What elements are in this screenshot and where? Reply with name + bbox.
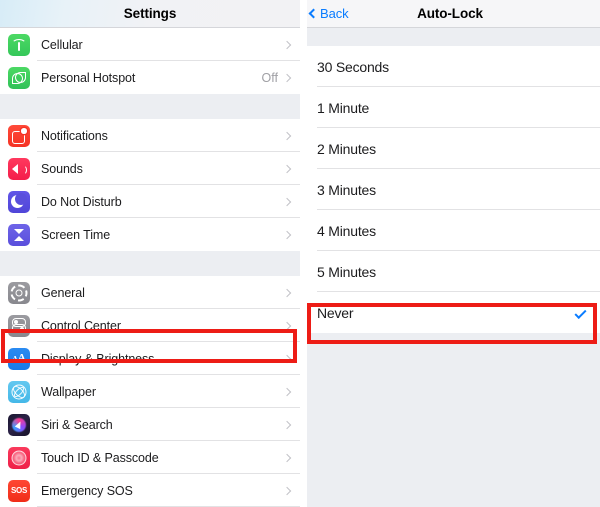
sidebar-item-general[interactable]: General — [0, 276, 300, 309]
row-label: Personal Hotspot — [41, 70, 136, 85]
chevron-right-icon — [282, 486, 292, 495]
row-accessory — [282, 288, 300, 297]
sounds-speaker-icon — [8, 157, 30, 180]
option-label: Never — [317, 304, 354, 321]
chevron-right-icon — [282, 73, 292, 82]
sidebar-item-screen-time[interactable]: Screen Time — [0, 218, 300, 251]
ios-settings-split-screenshot: Settings Cellular Personal Hotspot Off N… — [0, 0, 600, 507]
page-title: Settings — [123, 6, 177, 21]
notifications-icon — [8, 124, 30, 147]
auto-lock-option-3-minutes[interactable]: 3 Minutes — [300, 169, 600, 210]
row-accessory — [282, 321, 300, 330]
siri-icon — [8, 413, 30, 436]
sidebar-item-display-brightness[interactable]: AA Display & Brightness — [0, 342, 300, 375]
row-label: Control Center — [41, 318, 121, 333]
settings-group-connectivity: Cellular Personal Hotspot Off — [0, 28, 300, 94]
chevron-right-icon — [282, 288, 292, 297]
sidebar-item-touch-id-passcode[interactable]: Touch ID & Passcode — [0, 441, 300, 474]
option-label: 3 Minutes — [317, 181, 376, 198]
chevron-right-icon — [282, 354, 292, 363]
row-label: Screen Time — [41, 227, 111, 242]
auto-lock-option-2-minutes[interactable]: 2 Minutes — [300, 128, 600, 169]
sos-icon: SOS — [8, 479, 30, 502]
row-label: Cellular — [41, 37, 83, 52]
row-accessory — [282, 131, 300, 140]
wallpaper-flower-icon — [8, 380, 30, 403]
sidebar-item-do-not-disturb[interactable]: Do Not Disturb — [0, 185, 300, 218]
display-brightness-icon: AA — [8, 347, 30, 370]
hotspot-status-value: Off — [261, 70, 278, 85]
sidebar-item-siri-search[interactable]: Siri & Search — [0, 408, 300, 441]
row-accessory — [282, 164, 300, 173]
row-label: Do Not Disturb — [41, 194, 122, 209]
cellular-antenna-icon — [8, 33, 30, 56]
group-separator — [0, 251, 300, 276]
hotspot-link-icon — [8, 66, 30, 89]
chevron-right-icon — [282, 230, 292, 239]
option-label: 4 Minutes — [317, 222, 376, 239]
auto-lock-option-5-minutes[interactable]: 5 Minutes — [300, 251, 600, 292]
row-accessory — [282, 40, 300, 49]
row-label: General — [41, 285, 85, 300]
back-button-label: Back — [320, 6, 349, 21]
row-label: Wallpaper — [41, 384, 96, 399]
settings-group-alerts: Notifications Sounds Do Not Disturb Scre… — [0, 119, 300, 251]
row-accessory — [282, 420, 300, 429]
row-accessory — [282, 230, 300, 239]
panel-divider — [300, 0, 307, 507]
row-accessory: Off — [262, 71, 300, 85]
option-label: 1 Minute — [317, 99, 370, 116]
hourglass-icon — [8, 223, 30, 246]
settings-nav-bar: Settings — [0, 0, 300, 28]
back-button[interactable]: Back — [300, 6, 349, 21]
row-label: Notifications — [41, 128, 108, 143]
settings-group-system: General Control Center AA Display & Brig… — [0, 276, 300, 507]
row-accessory — [282, 197, 300, 206]
sidebar-item-sounds[interactable]: Sounds — [0, 152, 300, 185]
chevron-right-icon — [282, 164, 292, 173]
row-accessory — [282, 354, 300, 363]
group-separator — [0, 94, 300, 119]
fingerprint-icon — [8, 446, 30, 469]
sidebar-item-wallpaper[interactable]: Wallpaper — [0, 375, 300, 408]
row-label: Siri & Search — [41, 417, 113, 432]
auto-lock-panel: Back Auto-Lock 30 Seconds 1 Minute 2 Min… — [300, 0, 600, 507]
auto-lock-option-4-minutes[interactable]: 4 Minutes — [300, 210, 600, 251]
row-label: Sounds — [41, 161, 83, 176]
auto-lock-option-30-seconds[interactable]: 30 Seconds — [300, 46, 600, 87]
settings-panel: Settings Cellular Personal Hotspot Off N… — [0, 0, 300, 507]
auto-lock-option-1-minute[interactable]: 1 Minute — [300, 87, 600, 128]
option-label: 2 Minutes — [317, 140, 376, 157]
sidebar-item-cellular[interactable]: Cellular — [0, 28, 300, 61]
sidebar-item-personal-hotspot[interactable]: Personal Hotspot Off — [0, 61, 300, 94]
row-label: Display & Brightness — [41, 351, 155, 366]
row-accessory — [282, 387, 300, 396]
chevron-right-icon — [282, 321, 292, 330]
chevron-right-icon — [282, 131, 292, 140]
auto-lock-nav-bar: Back Auto-Lock — [300, 0, 600, 28]
moon-icon — [8, 190, 30, 213]
sidebar-item-control-center[interactable]: Control Center — [0, 309, 300, 342]
chevron-left-icon — [308, 8, 319, 19]
control-center-icon — [8, 314, 30, 337]
checkmark-icon — [574, 306, 587, 319]
gear-icon — [8, 281, 30, 304]
auto-lock-options-list: 30 Seconds 1 Minute 2 Minutes 3 Minutes … — [300, 46, 600, 333]
option-label: 30 Seconds — [317, 58, 389, 75]
option-label: 5 Minutes — [317, 263, 376, 280]
sidebar-item-notifications[interactable]: Notifications — [0, 119, 300, 152]
row-label: Touch ID & Passcode — [41, 450, 159, 465]
group-separator — [300, 28, 600, 46]
chevron-right-icon — [282, 387, 292, 396]
row-accessory — [282, 486, 300, 495]
row-accessory — [282, 453, 300, 462]
row-label: Emergency SOS — [41, 483, 133, 498]
chevron-right-icon — [282, 40, 292, 49]
sidebar-item-emergency-sos[interactable]: SOS Emergency SOS — [0, 474, 300, 507]
auto-lock-option-never[interactable]: Never — [300, 292, 600, 333]
chevron-right-icon — [282, 420, 292, 429]
chevron-right-icon — [282, 197, 292, 206]
chevron-right-icon — [282, 453, 292, 462]
